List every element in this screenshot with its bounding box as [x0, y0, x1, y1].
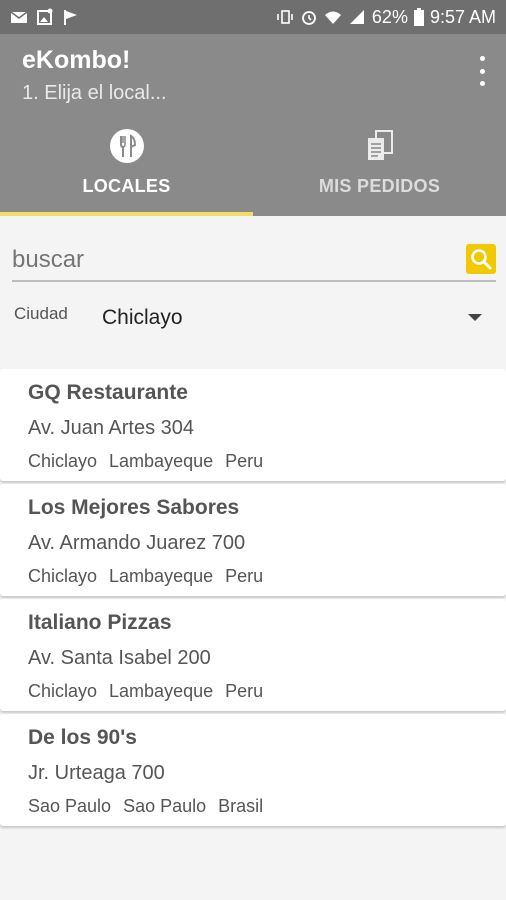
- battery-percent: 62%: [371, 6, 408, 27]
- restaurant-card[interactable]: Los Mejores Sabores Av. Armando Juarez 7…: [0, 484, 506, 596]
- restaurant-card[interactable]: GQ Restaurante Av. Juan Artes 304 Chicla…: [0, 369, 506, 481]
- restaurant-country: Peru: [225, 681, 264, 701]
- restaurant-region: Sao Paulo: [123, 796, 207, 816]
- city-label: Ciudad: [14, 304, 68, 323]
- app-subtitle: 1. Elija el local...: [22, 82, 167, 104]
- restaurant-city: Chiclayo: [28, 681, 98, 701]
- search-button[interactable]: [466, 244, 496, 274]
- city-dropdown[interactable]: Chiclayo: [100, 304, 490, 334]
- dropdown-arrow-icon: [468, 314, 482, 321]
- tab-label: LOCALES: [82, 176, 171, 196]
- restaurant-location: Chiclayo Lambayeque Peru: [28, 681, 263, 702]
- restaurant-city: Sao Paulo: [28, 796, 112, 816]
- restaurant-card[interactable]: Italiano Pizzas Av. Santa Isabel 200 Chi…: [0, 599, 506, 711]
- restaurant-country: Brasil: [218, 796, 264, 816]
- restaurant-card[interactable]: De los 90's Jr. Urteaga 700 Sao Paulo Sa…: [0, 714, 506, 826]
- restaurant-location: Chiclayo Lambayeque Peru: [28, 566, 263, 587]
- tab-label: MIS PEDIDOS: [318, 176, 441, 196]
- search-input[interactable]: [12, 242, 452, 278]
- restaurant-name: GQ Restaurante: [28, 381, 188, 404]
- restaurant-address: Av. Juan Artes 304: [28, 417, 195, 439]
- documents-icon: [367, 130, 393, 160]
- notification-icons: [10, 8, 80, 26]
- restaurant-name: Italiano Pizzas: [28, 611, 172, 634]
- restaurant-city: Chiclayo: [28, 566, 98, 586]
- wifi-icon: [324, 11, 341, 24]
- battery-icon: [413, 8, 424, 26]
- restaurant-region: Lambayeque: [109, 451, 214, 471]
- tab-bar: LOCALES MIS PEDIDOS: [0, 124, 506, 216]
- restaurant-address: Av. Armando Juarez 700: [28, 532, 246, 554]
- restaurant-region: Lambayeque: [109, 681, 214, 701]
- alarm-icon: [302, 11, 316, 25]
- cutlery-icon: [109, 129, 144, 163]
- city-selected-value: Chiclayo: [102, 306, 183, 329]
- restaurant-city: Chiclayo: [28, 451, 98, 471]
- restaurant-list: GQ Restaurante Av. Juan Artes 304 Chicla…: [0, 369, 506, 829]
- tab-mis-pedidos[interactable]: MIS PEDIDOS: [253, 124, 506, 216]
- restaurant-location: Chiclayo Lambayeque Peru: [28, 451, 263, 472]
- active-tab-indicator: [0, 212, 253, 216]
- signal-icon: [349, 10, 364, 24]
- app-bar: eKombo! 1. Elija el local... LOCALES MIS…: [0, 34, 506, 216]
- restaurant-address: Av. Santa Isabel 200: [28, 647, 211, 669]
- search-icon: [471, 249, 492, 270]
- system-status: 62% 9:57 AM: [276, 7, 496, 28]
- tab-locales[interactable]: LOCALES: [0, 124, 253, 216]
- mail-icon: [10, 11, 28, 23]
- restaurant-region: Lambayeque: [109, 566, 214, 586]
- vibrate-icon: [277, 10, 293, 24]
- restaurant-country: Peru: [225, 451, 264, 471]
- image-icon: [37, 8, 53, 25]
- clock: 9:57 AM: [429, 6, 496, 27]
- search-bar: [12, 240, 496, 282]
- restaurant-name: Los Mejores Sabores: [28, 496, 240, 519]
- restaurant-country: Peru: [225, 566, 264, 586]
- flag-icon: [64, 10, 77, 25]
- overflow-menu-icon[interactable]: [478, 56, 486, 86]
- app-title: eKombo!: [22, 46, 131, 74]
- restaurant-name: De los 90's: [28, 726, 137, 749]
- restaurant-address: Jr. Urteaga 700: [28, 762, 165, 784]
- status-bar: 62% 9:57 AM: [0, 0, 506, 34]
- restaurant-location: Sao Paulo Sao Paulo Brasil: [28, 796, 263, 817]
